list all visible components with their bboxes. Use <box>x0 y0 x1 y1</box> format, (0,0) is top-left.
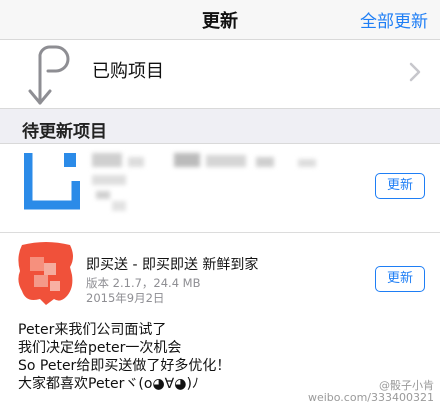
app-icon <box>24 149 80 211</box>
app-version: 版本 2.1.7，24.4 MB <box>86 276 201 290</box>
caption-line: Peter来我们公司面试了 <box>18 322 167 338</box>
caption-line: 大家都喜欢Peterヾ(o◕∀◕)ﾉ <box>18 376 199 392</box>
blurred-app-meta <box>112 201 126 211</box>
caption-line: So Peter给即买送做了好多优化！ <box>18 358 231 374</box>
blurred-app-meta <box>92 175 126 185</box>
blurred-app-name <box>128 157 144 167</box>
blurred-app-name <box>174 153 200 167</box>
update-button[interactable]: 更新 <box>375 266 425 292</box>
app-row[interactable]: 更新 <box>0 145 440 233</box>
blurred-app-name <box>298 159 316 167</box>
purchased-row[interactable]: 已购项目 <box>0 41 440 108</box>
blurred-app-name <box>206 155 246 167</box>
section-header-bar: 待更新项目 <box>0 108 440 144</box>
caption-line: 我们决定给peter一次机会 <box>18 340 182 356</box>
app-row[interactable]: 即买送 - 即买即送 新鲜到家 版本 2.1.7，24.4 MB 2015年9月… <box>0 234 440 410</box>
purchased-icon <box>28 45 70 105</box>
navigation-bar: 更新 全部更新 <box>0 0 440 40</box>
blurred-app-name <box>256 157 274 167</box>
app-icon <box>18 242 73 305</box>
update-button[interactable]: 更新 <box>375 173 425 199</box>
blurred-app-name <box>92 153 122 167</box>
app-name: 即买送 - 即买即送 新鲜到家 <box>86 257 259 273</box>
section-header: 待更新项目 <box>22 122 107 142</box>
watermark-url: weibo.com/333400321 <box>307 391 434 404</box>
blurred-app-meta <box>96 191 110 199</box>
update-all-button[interactable]: 全部更新 <box>360 7 428 32</box>
app-date: 2015年9月2日 <box>86 291 165 305</box>
chevron-right-icon <box>409 62 421 82</box>
purchased-label: 已购项目 <box>92 61 164 82</box>
